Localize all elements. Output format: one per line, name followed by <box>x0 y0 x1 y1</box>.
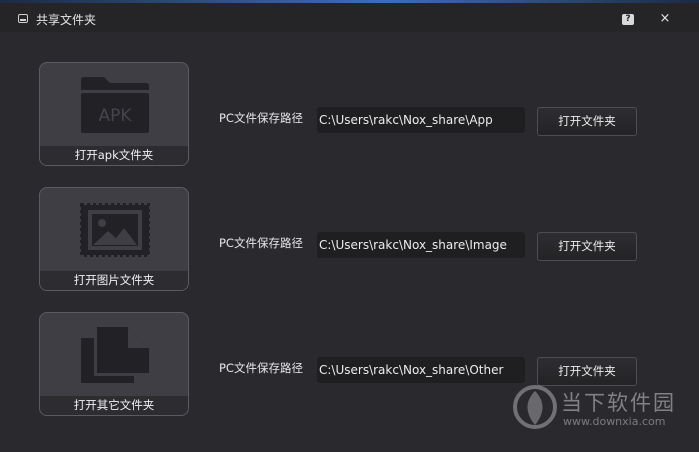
watermark: 当下软件园 www.downxia.com <box>513 383 699 433</box>
path-label-image: PC文件保存路径 <box>219 236 303 250</box>
help-button[interactable]: ? <box>622 14 634 25</box>
share-row-image: 打开图片文件夹 PC文件保存路径 打开文件夹 <box>0 187 699 291</box>
window-icon <box>18 14 28 23</box>
apk-folder-icon: APK <box>81 77 149 133</box>
path-input-image[interactable] <box>317 232 525 258</box>
title-bar: 共享文件夹 ? × <box>0 3 699 32</box>
tile-label-image: 打开图片文件夹 <box>40 271 188 290</box>
open-other-folder-tile[interactable]: 打开其它文件夹 <box>39 312 189 416</box>
documents-icon <box>81 327 149 383</box>
open-image-folder-tile[interactable]: 打开图片文件夹 <box>39 187 189 291</box>
window-title: 共享文件夹 <box>36 13 97 27</box>
watermark-name: 当下软件园 <box>561 391 676 415</box>
downxia-logo-icon <box>513 385 557 429</box>
open-folder-button-apk[interactable]: 打开文件夹 <box>537 107 637 136</box>
tile-label-other: 打开其它文件夹 <box>40 396 188 415</box>
tile-label-apk: 打开apk文件夹 <box>40 146 188 165</box>
path-input-other[interactable] <box>317 357 525 383</box>
apk-label: APK <box>98 106 132 126</box>
share-row-apk: APK 打开apk文件夹 PC文件保存路径 打开文件夹 <box>0 62 699 166</box>
open-folder-button-other[interactable]: 打开文件夹 <box>537 357 637 386</box>
open-apk-folder-tile[interactable]: APK 打开apk文件夹 <box>39 62 189 166</box>
path-input-apk[interactable] <box>317 107 525 133</box>
open-folder-button-image[interactable]: 打开文件夹 <box>537 232 637 261</box>
image-icon <box>80 203 150 257</box>
path-label-other: PC文件保存路径 <box>219 361 303 375</box>
watermark-url: www.downxia.com <box>563 415 666 428</box>
close-button[interactable]: × <box>655 9 675 29</box>
path-label-apk: PC文件保存路径 <box>219 111 303 125</box>
